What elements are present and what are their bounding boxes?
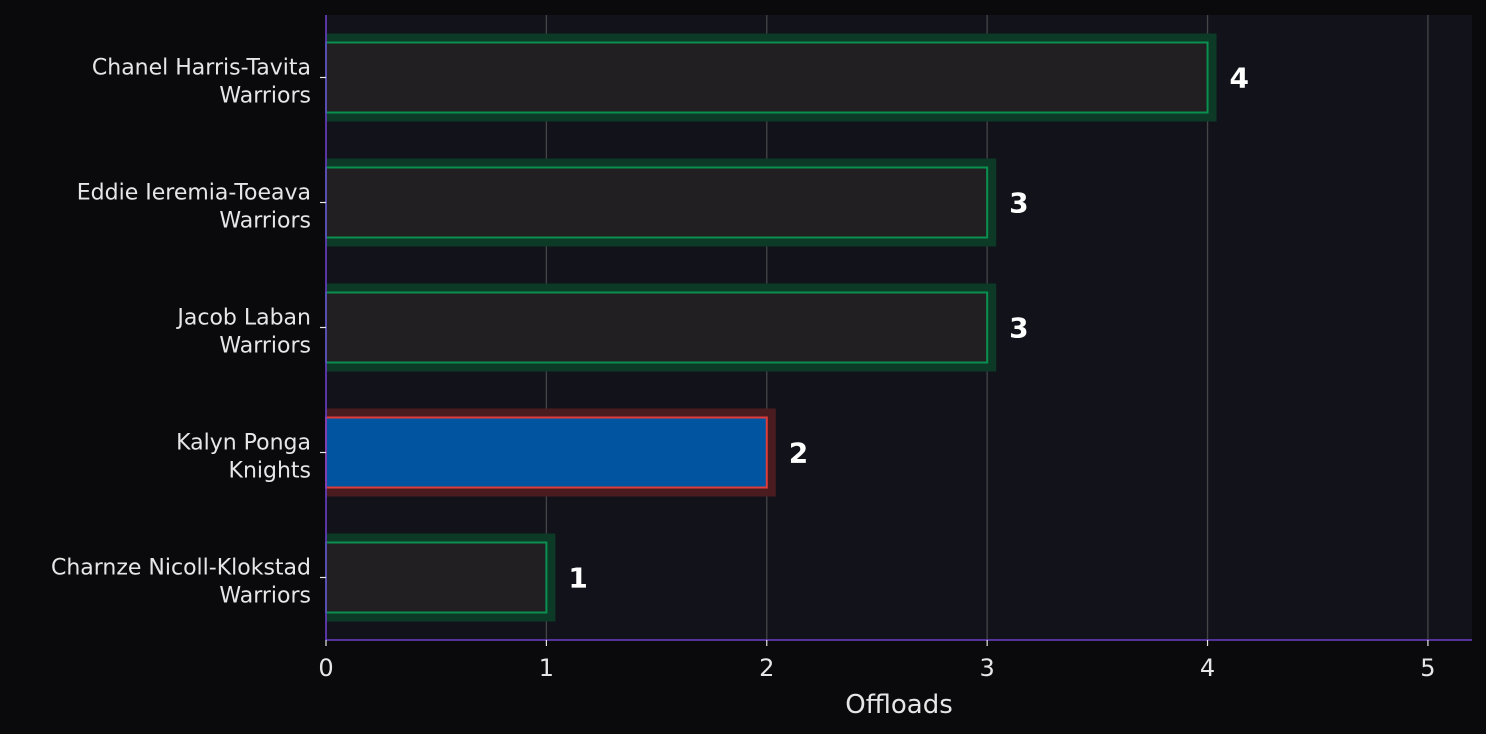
data-label: 4 [1230,62,1249,95]
x-axis-label: Offloads [845,690,953,720]
x-tick-label: 3 [980,654,995,682]
data-label: 2 [789,437,808,470]
data-label: 3 [1009,312,1028,345]
category-player-name: Jacob Laban [175,306,311,331]
offloads-bar-chart: 4 3 3 2 1 0 1 2 3 4 5 Chanel Harris-Tavita Warrior… [51,15,1472,720]
category-player-name: Chanel Harris-Tavita [92,56,311,81]
bar [325,291,989,364]
bar [325,166,989,239]
x-tick-label: 1 [539,654,554,682]
bar [325,41,1209,114]
y-categories: Chanel Harris-Tavita Warriors Eddie Ieremi… [51,56,326,609]
x-tick-label: 4 [1200,654,1215,682]
x-ticks: 0 1 2 3 4 5 [318,640,1436,682]
category-player-name: Kalyn Ponga [176,431,311,456]
bar [325,541,548,614]
data-label: 1 [568,562,587,595]
category-team-name: Knights [229,459,311,484]
category-team-name: Warriors [219,584,311,609]
x-tick-label: 2 [759,654,774,682]
category-team-name: Warriors [219,209,311,234]
category-player-name: Charnze Nicoll-Klokstad [51,556,311,581]
category-team-name: Warriors [219,334,311,359]
x-tick-label: 0 [318,654,333,682]
category-player-name: Eddie Ieremia-Toeava [77,181,311,206]
x-tick-label: 5 [1420,654,1435,682]
category-team-name: Warriors [219,84,311,109]
data-label: 3 [1009,187,1028,220]
bar [325,416,768,489]
